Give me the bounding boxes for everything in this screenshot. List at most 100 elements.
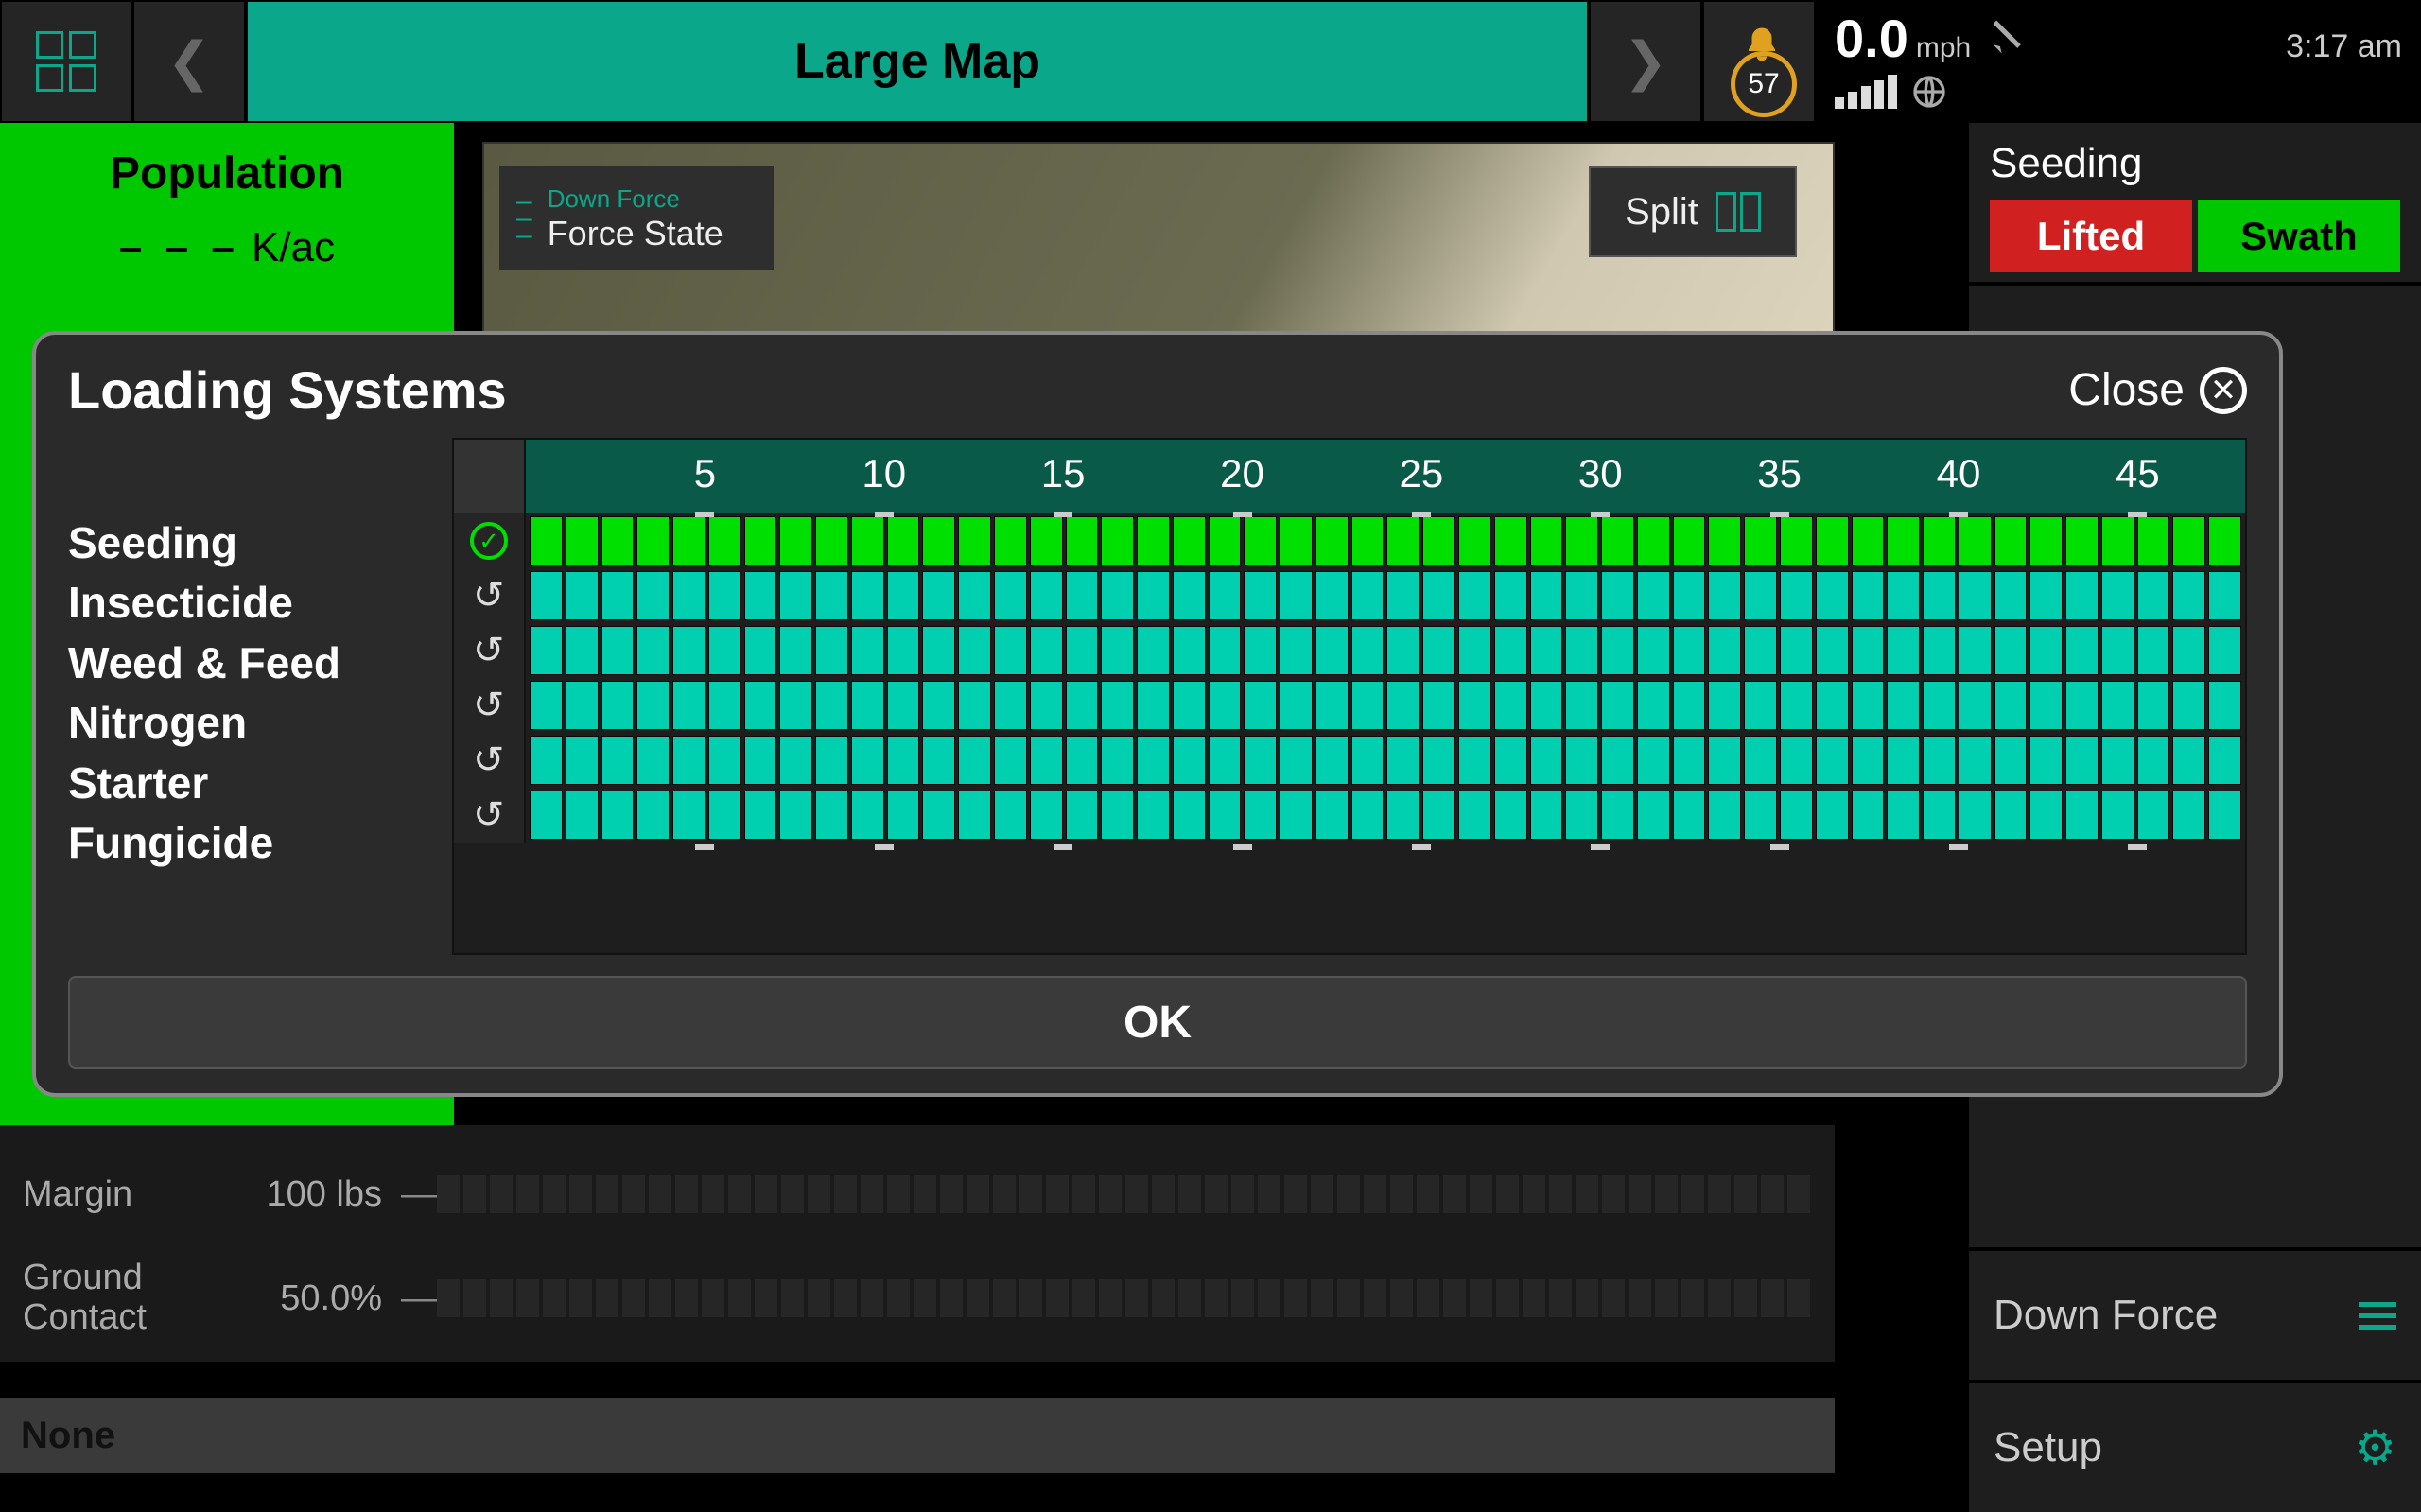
grid-cell [636,791,670,840]
grid-cell [708,736,741,785]
reload-icon: ↻ [454,788,526,843]
grid-cell [1852,626,1885,675]
grid-cell [887,626,920,675]
grid-cell [2137,571,2170,620]
grid-cell [1244,681,1277,730]
grid-cell [1280,516,1313,565]
grid-cell [1673,626,1706,675]
grid-cell [1923,681,1956,730]
grid-cell [566,571,599,620]
grid-cell [1101,681,1134,730]
grid-cell [744,791,777,840]
grid-cell [1494,626,1527,675]
grid-cell [1422,626,1455,675]
grid-cell [1959,736,1992,785]
grid-cell [1137,626,1170,675]
grid-cell [566,736,599,785]
close-label: Close [2068,364,2185,416]
system-row: ↻ [454,733,2245,788]
grid-cell [601,516,635,565]
grid-cell [1422,571,1455,620]
grid-cell [1386,681,1420,730]
grid-cell [887,516,920,565]
grid-cell [994,736,1027,785]
grid-cell [1351,736,1385,785]
grid-cell [1565,571,1598,620]
grid-cell [779,516,812,565]
grid-cell [994,681,1027,730]
grid-cell [958,571,991,620]
grid-cell [1708,736,1741,785]
grid-cell [1816,791,1849,840]
grid-cell [1923,626,1956,675]
grid-cell [1887,626,1920,675]
grid-cell [2208,791,2241,840]
grid-cell [1030,626,1063,675]
grid-cell [1637,791,1670,840]
grid-cell [958,681,991,730]
column-header: 20 [1220,451,1264,496]
grid-cell [601,571,635,620]
grid-cell [1244,736,1277,785]
grid-cell [672,516,705,565]
grid-cell [1673,736,1706,785]
grid-cell [2101,681,2134,730]
grid-cell [1280,791,1313,840]
modal-title: Loading Systems [68,359,507,421]
ok-button[interactable]: OK [68,976,2247,1069]
grid-cell [958,516,991,565]
grid-cell [672,736,705,785]
grid-cell [2065,736,2099,785]
grid-cell [2029,736,2063,785]
grid-cell [2208,626,2241,675]
grid-cell [2137,681,2170,730]
grid-cell [2065,571,2099,620]
system-row: ↻ [454,788,2245,843]
grid-cell [708,516,741,565]
grid-cell [851,626,884,675]
systems-grid: 51015202530354045 ✓↻↻↻↻↻ [452,438,2247,955]
grid-cell [1458,736,1491,785]
grid-cell [2208,736,2241,785]
reload-icon: ↻ [454,623,526,678]
grid-cell [1780,626,1813,675]
grid-cell [2101,571,2134,620]
grid-cell [1386,736,1420,785]
grid-cell [2137,626,2170,675]
grid-cell [815,516,848,565]
grid-cell [672,571,705,620]
grid-cell [530,626,563,675]
grid-cell [1923,736,1956,785]
grid-cell [1959,516,1992,565]
grid-cell [530,736,563,785]
system-label: Fungicide [68,813,446,873]
grid-cell [1494,681,1527,730]
grid-cell [815,791,848,840]
grid-cell [601,791,635,840]
grid-cell [1637,571,1670,620]
grid-cell [2172,626,2205,675]
grid-cell [2065,681,2099,730]
grid-cell [1209,736,1242,785]
system-label: Seeding [68,513,446,573]
grid-cell [1780,681,1813,730]
grid-cell [1637,681,1670,730]
grid-cell [2137,516,2170,565]
close-button[interactable]: Close ✕ [2068,364,2247,416]
grid-cell [744,736,777,785]
grid-cell [1173,681,1206,730]
system-row: ↻ [454,678,2245,733]
grid-cell [1280,571,1313,620]
grid-cell [1744,516,1777,565]
system-label: Starter [68,754,446,813]
grid-cell [815,626,848,675]
grid-cell [566,791,599,840]
grid-cell [994,626,1027,675]
grid-cell [815,681,848,730]
grid-cell [1530,681,1563,730]
grid-cell [851,571,884,620]
grid-cell [2101,736,2134,785]
grid-cell [708,791,741,840]
grid-cell [1422,681,1455,730]
grid-cell [1780,736,1813,785]
